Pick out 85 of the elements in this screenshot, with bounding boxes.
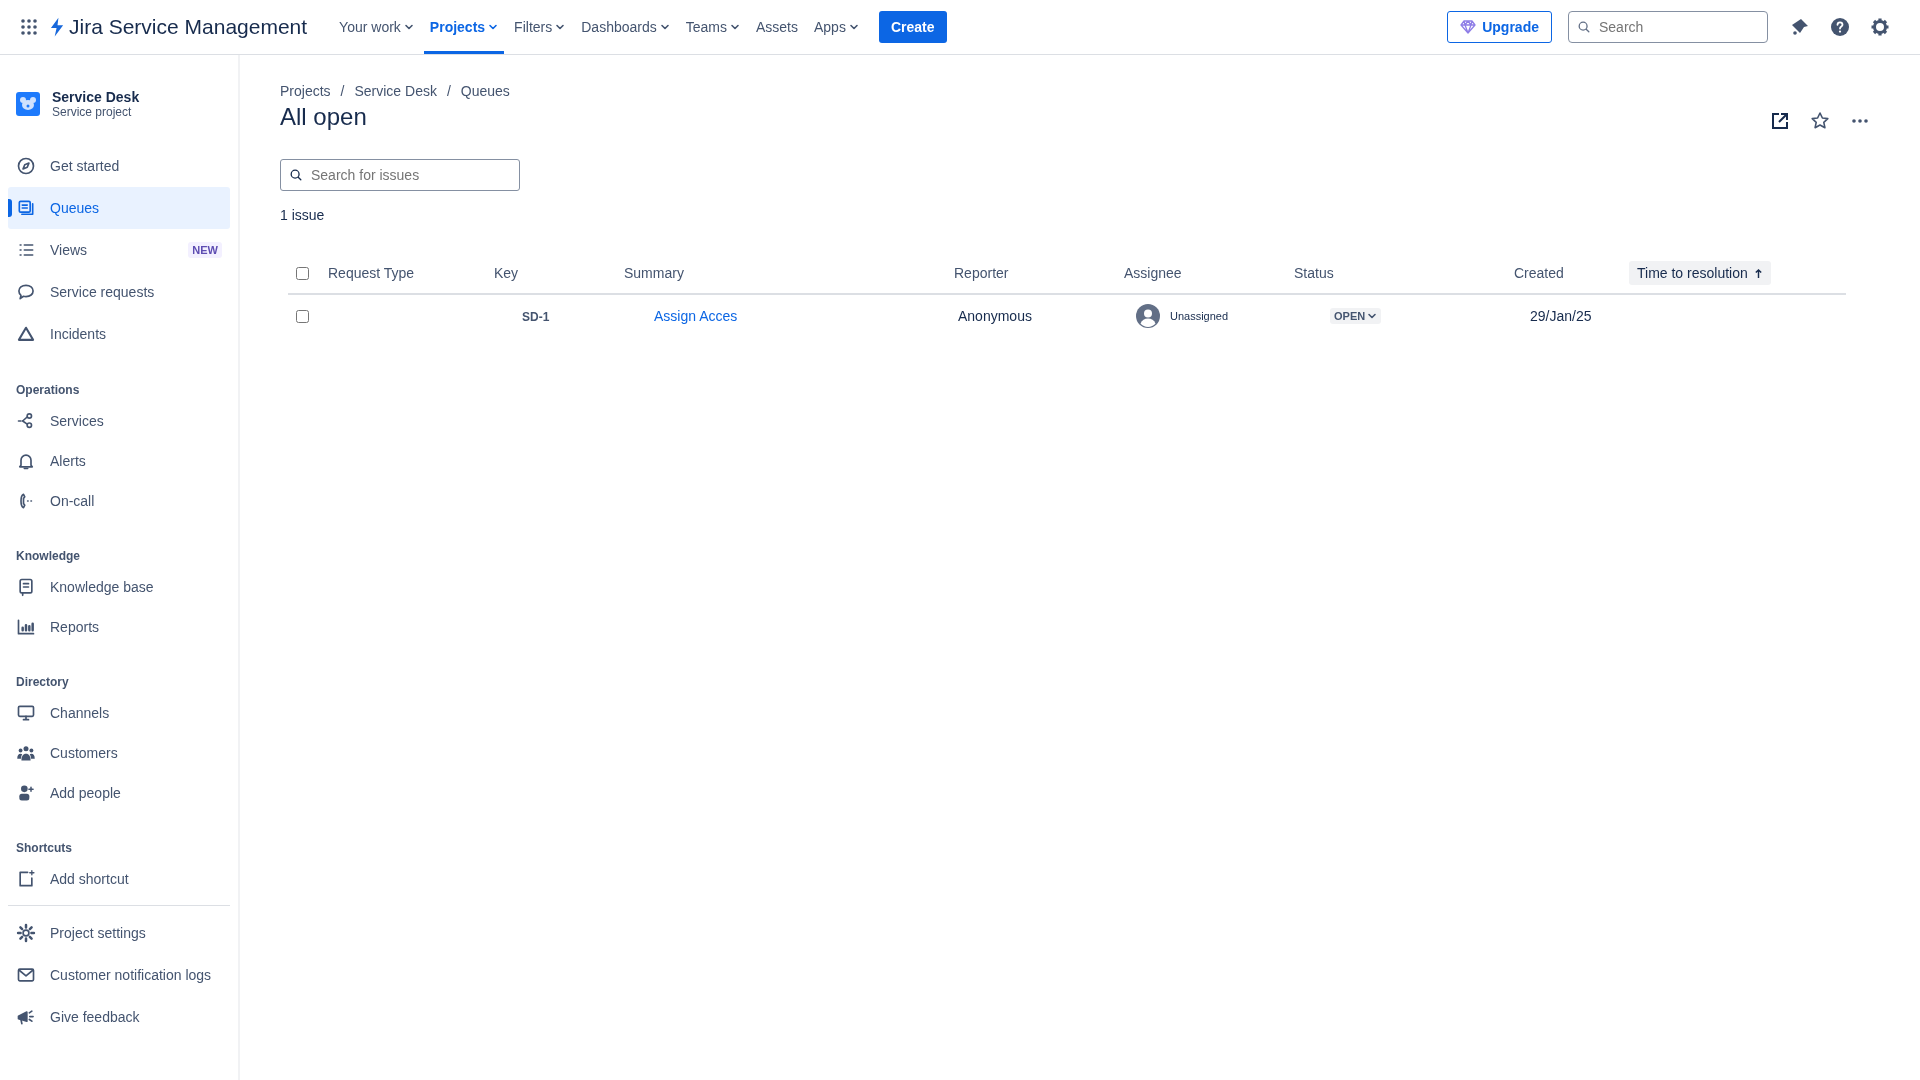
square-plus-icon: [16, 869, 36, 889]
sidebar-item[interactable]: Services: [8, 401, 230, 441]
sidebar-item[interactable]: Give feedback: [8, 996, 230, 1038]
sidebar-item[interactable]: On-call: [8, 481, 230, 521]
gem-icon: [1460, 20, 1477, 34]
column-header[interactable]: Request Type: [328, 261, 423, 285]
project-avatar-icon: [16, 92, 40, 116]
search-field[interactable]: Search: [1568, 11, 1768, 43]
book-icon: [16, 577, 36, 597]
status-lozenge[interactable]: OPEN: [1330, 308, 1382, 324]
star-icon[interactable]: [1810, 111, 1830, 131]
project-type: Service project: [52, 105, 133, 119]
search-icon: [289, 168, 303, 182]
nav-menu-button[interactable]: Filters: [508, 0, 572, 54]
section-heading: Shortcuts: [15, 840, 73, 857]
sidebar-item[interactable]: Views NEW: [8, 229, 230, 271]
people-icon: [16, 743, 36, 763]
sidebar-item[interactable]: Add people: [8, 773, 230, 813]
triangle-icon: [16, 324, 36, 344]
sidebar-item[interactable]: Customers: [8, 733, 230, 773]
sidebar-item[interactable]: Alerts: [8, 441, 230, 481]
select-all-checkbox[interactable]: [296, 266, 309, 280]
column-header[interactable]: Key: [494, 261, 527, 285]
avatar-icon: [1136, 304, 1160, 328]
section-heading: Directory: [15, 674, 70, 691]
upgrade-button[interactable]: Upgrade: [1447, 11, 1552, 43]
row-checkbox[interactable]: [296, 309, 309, 323]
breadcrumb-separator: /: [340, 83, 345, 99]
new-badge: NEW: [188, 242, 222, 258]
lightning-logo-icon: [50, 17, 65, 37]
sidebar-item[interactable]: Knowledge base: [8, 567, 230, 607]
section-heading: Operations: [15, 382, 81, 399]
bubble-icon: [16, 282, 36, 302]
sidebar-item[interactable]: Get started: [8, 145, 230, 187]
section-heading: Knowledge: [15, 548, 81, 565]
breadcrumb-link[interactable]: Queues: [460, 83, 510, 99]
issue-key: SD-1: [522, 310, 550, 324]
issue-summary-link[interactable]: Assign Acces: [654, 308, 738, 324]
search-icon: [1577, 20, 1591, 34]
column-header[interactable]: Time to resolution: [1629, 261, 1771, 285]
sidebar-item[interactable]: Incidents: [8, 313, 230, 355]
sidebar-item[interactable]: Queues: [8, 187, 230, 229]
sidebar-item[interactable]: Reports: [8, 607, 230, 647]
product-name[interactable]: Jira Service Management: [69, 15, 308, 39]
issue-count: 1 issue: [280, 207, 326, 223]
nav-menu-button[interactable]: Projects: [423, 0, 505, 54]
compass-icon: [16, 156, 36, 176]
settings-icon[interactable]: [1870, 17, 1890, 37]
nav-menu-button[interactable]: Your work: [333, 0, 420, 54]
nav-menu-button[interactable]: Apps: [808, 0, 865, 54]
chevron-down-icon: [1367, 311, 1378, 321]
sidebar-item[interactable]: Service requests: [8, 271, 230, 313]
breadcrumb-separator: /: [446, 83, 451, 99]
column-header[interactable]: Summary: [624, 261, 692, 285]
column-header[interactable]: Reporter: [954, 261, 1017, 285]
nav-menu-button[interactable]: Teams: [679, 0, 746, 54]
envelope-icon: [16, 965, 36, 985]
person-plus-icon: [16, 783, 36, 803]
breadcrumb-link[interactable]: Service Desk: [354, 83, 437, 99]
column-header[interactable]: Assignee: [1124, 261, 1190, 285]
sort-arrow-icon: [1753, 267, 1763, 279]
sidebar-item[interactable]: Add shortcut: [8, 859, 230, 899]
assignee-name: Unassigned: [1170, 310, 1229, 322]
reporter-cell: Anonymous: [958, 308, 1032, 324]
page-title: All open: [280, 103, 368, 131]
column-header[interactable]: Created: [1514, 261, 1572, 285]
app-switcher-icon[interactable]: [20, 18, 38, 36]
breadcrumb-link[interactable]: Projects: [280, 83, 331, 99]
sidebar-item[interactable]: Channels: [8, 693, 230, 733]
monitor-icon: [16, 703, 36, 723]
issue-search-field[interactable]: Search for issues: [280, 159, 520, 191]
sidebar-item[interactable]: Project settings: [8, 912, 230, 954]
column-header[interactable]: Status: [1294, 261, 1342, 285]
help-icon[interactable]: [1830, 17, 1850, 37]
queue-icon: [16, 198, 36, 218]
created-date: 29/Jan/25: [1530, 308, 1592, 324]
megaphone-icon: [16, 1007, 36, 1027]
bars-icon: [16, 617, 36, 637]
project-name[interactable]: Service Desk: [52, 89, 140, 105]
nav-menu-button[interactable]: Assets: [749, 0, 804, 54]
bell-icon: [16, 451, 36, 471]
create-button[interactable]: Create: [878, 11, 947, 43]
sidebar-item[interactable]: Customer notification logs: [8, 954, 230, 996]
external-link-icon[interactable]: [1770, 111, 1790, 131]
nav-menu-button[interactable]: Dashboards: [575, 0, 676, 54]
